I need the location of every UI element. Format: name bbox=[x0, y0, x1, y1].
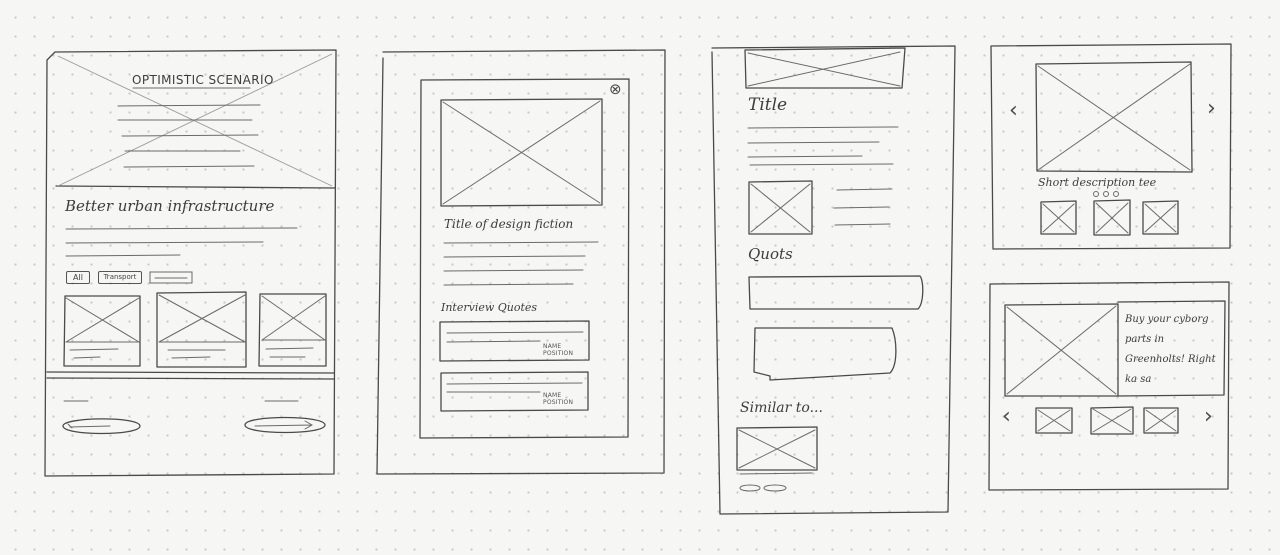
hero-title: OPTIMISTIC SCENARIO bbox=[132, 73, 274, 87]
article-title: Title bbox=[748, 95, 788, 115]
promo-text: Buy your cyborg parts in Greenholts! Rig… bbox=[1125, 314, 1216, 385]
quote-2-attribution: NAME POSITION bbox=[543, 392, 574, 406]
short-description: Short description tee bbox=[1038, 176, 1157, 189]
sketch-board: OPTIMISTIC SCENARIO Better urban infrast… bbox=[0, 0, 1280, 555]
similar-heading: Similar to... bbox=[740, 400, 823, 416]
sketch-4-gallery bbox=[990, 43, 1232, 250]
sketch-2-modal bbox=[376, 49, 666, 475]
quotes-heading: Interview Quotes bbox=[441, 301, 538, 314]
quote-1-attribution: NAME POSITION bbox=[543, 343, 574, 357]
chevron-right-icon[interactable]: › bbox=[1207, 96, 1216, 121]
chevron-right-icon[interactable]: › bbox=[1204, 404, 1213, 429]
design-fiction-title: Title of design fiction bbox=[444, 217, 574, 231]
chevron-left-icon[interactable]: ‹ bbox=[1002, 404, 1011, 429]
section-heading: Better urban infrastructure bbox=[65, 197, 275, 215]
article-quotes-heading: Quots bbox=[748, 245, 793, 263]
close-icon[interactable]: ⊗ bbox=[609, 80, 622, 98]
filter-chip-all[interactable]: All bbox=[66, 271, 90, 284]
chevron-left-icon[interactable]: ‹ bbox=[1009, 98, 1018, 123]
sketch-3-article bbox=[711, 45, 956, 515]
filter-chip-transport[interactable]: Transport bbox=[98, 271, 142, 284]
sketch-1-landing bbox=[44, 49, 337, 477]
